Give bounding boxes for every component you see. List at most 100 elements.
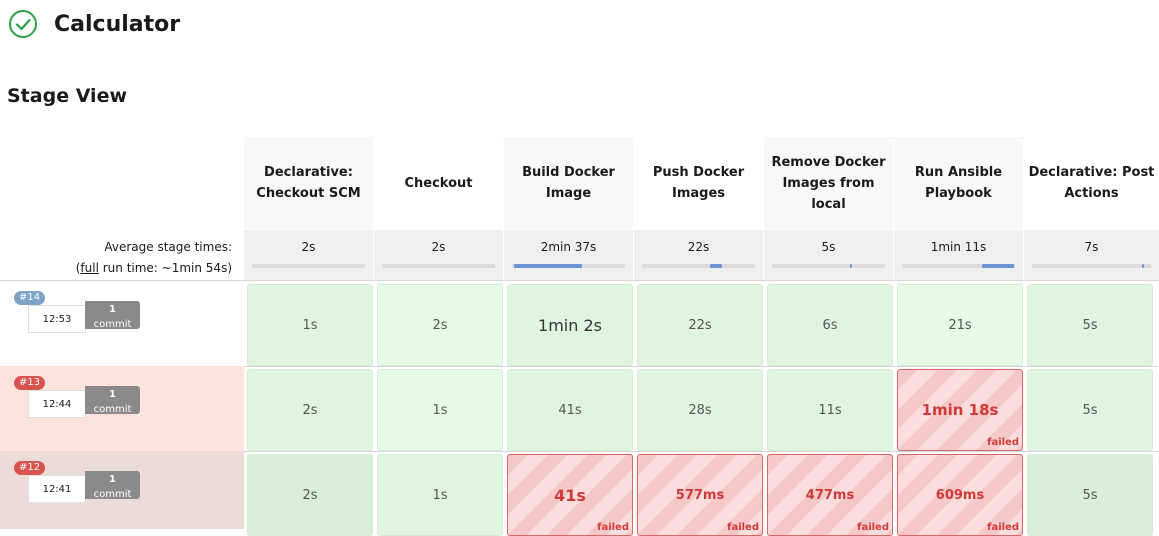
stage-duration: 2s [302, 487, 318, 503]
stage-header: Remove Docker Images from local [764, 137, 893, 229]
stage-cell[interactable]: 28s [637, 369, 763, 451]
stage-duration: 1min 2s [538, 315, 602, 335]
average-time-cell: 2min 37s [504, 230, 633, 280]
stage-duration: 1min 18s [921, 401, 999, 419]
full-run-time: (full run time: ~1min 54s) [75, 261, 232, 275]
stage-cell[interactable]: 5s [1027, 369, 1153, 451]
commit-count: 1 [109, 474, 116, 485]
stage-duration: 577ms [675, 487, 725, 503]
stage-cell[interactable]: 41s [507, 369, 633, 451]
stage-cell[interactable]: 2s [377, 284, 503, 366]
page-title: Calculator [54, 11, 181, 37]
stage-duration: 41s [554, 485, 586, 505]
stage-cell[interactable]: 6s [767, 284, 893, 366]
build-time: 12:53 [28, 305, 86, 333]
stage-cell[interactable]: 11s [767, 369, 893, 451]
stage-duration: 2s [302, 402, 318, 418]
stage-cell[interactable]: 22s [637, 284, 763, 366]
average-time-bar [1032, 264, 1151, 268]
average-time-bar-fill [1142, 264, 1144, 268]
average-time-cell: 2s [244, 230, 373, 280]
stage-cell[interactable]: 1s [247, 284, 373, 366]
commit-count: 1 [109, 304, 116, 315]
failed-label: failed [597, 522, 629, 533]
stage-duration: 477ms [805, 487, 855, 503]
failed-label: failed [987, 522, 1019, 533]
average-time-cell: 1min 11s [894, 230, 1023, 280]
stage-cell-failed[interactable]: 1min 18s failed [897, 369, 1023, 451]
average-stage-times-label: Average stage times: (full run time: ~1m… [0, 237, 232, 279]
build-time: 12:44 [28, 390, 86, 418]
stage-header: Build Docker Image [504, 137, 633, 229]
stage-header: Push Docker Images [634, 137, 763, 229]
stage-duration: 11s [818, 402, 842, 418]
full-link[interactable]: full [80, 261, 99, 275]
section-title: Stage View [7, 85, 128, 107]
build-number-badge[interactable]: #12 [14, 461, 46, 475]
average-time-value: 2s [301, 240, 316, 254]
average-time-value: 7s [1084, 240, 1099, 254]
stage-header: Checkout [374, 137, 503, 229]
stage-cell[interactable]: 2s [247, 454, 373, 536]
stage-duration: 5s [1082, 317, 1098, 333]
stage-header: Declarative: Checkout SCM [244, 137, 373, 229]
stage-duration: 21s [948, 317, 972, 333]
stage-view-table: Average stage times: (full run time: ~1m… [0, 137, 1159, 536]
average-time-value: 2min 37s [540, 240, 597, 254]
stage-duration: 41s [558, 402, 582, 418]
stage-duration: 1s [302, 317, 318, 333]
average-time-bar-fill [982, 264, 1014, 268]
stage-cell-failed[interactable]: 477ms failed [767, 454, 893, 536]
average-label-text: Average stage times: [104, 240, 232, 254]
average-time-bar [772, 264, 885, 268]
stage-duration: 6s [822, 317, 838, 333]
stage-cell[interactable]: 2s [247, 369, 373, 451]
average-time-value: 22s [687, 240, 710, 254]
stage-cell-failed[interactable]: 609ms failed [897, 454, 1023, 536]
build-number-badge[interactable]: #13 [14, 376, 46, 390]
stage-cell[interactable]: 1s [377, 369, 503, 451]
average-time-value: 5s [821, 240, 836, 254]
stage-cell[interactable]: 1min 2s [507, 284, 633, 366]
average-time-cell: 22s [634, 230, 763, 280]
average-time-value: 1min 11s [930, 240, 987, 254]
stage-header: Run Ansible Playbook [894, 137, 1023, 229]
stage-cell[interactable]: 5s [1027, 284, 1153, 366]
stage-duration: 5s [1082, 402, 1098, 418]
average-time-bar-fill [710, 264, 722, 268]
average-time-bar [252, 264, 365, 268]
average-time-cell: 2s [374, 230, 503, 280]
build-number-badge[interactable]: #14 [14, 291, 46, 305]
commit-word: commit [93, 319, 132, 329]
stage-duration: 5s [1082, 487, 1098, 503]
changes-button[interactable]: 1 commit [85, 386, 140, 414]
average-time-bar [512, 264, 625, 268]
failed-label: failed [857, 522, 889, 533]
stage-duration: 1s [432, 402, 448, 418]
stage-cell[interactable]: 1s [377, 454, 503, 536]
average-time-bar [382, 264, 495, 268]
stage-duration: 609ms [935, 487, 985, 503]
failed-label: failed [987, 437, 1019, 448]
average-time-value: 2s [431, 240, 446, 254]
stage-duration: 28s [688, 402, 712, 418]
average-time-bar-fill [850, 264, 852, 268]
job-title-row: Calculator [8, 9, 180, 39]
average-time-bar-fill [514, 264, 582, 268]
average-time-bar [902, 264, 1015, 268]
stage-cell[interactable]: 21s [897, 284, 1023, 366]
stage-duration: 2s [432, 317, 448, 333]
changes-button[interactable]: 1 commit [85, 471, 140, 499]
changes-button[interactable]: 1 commit [85, 301, 140, 329]
check-circle-icon [9, 10, 37, 38]
average-time-cell: 5s [764, 230, 893, 280]
stage-cell-failed[interactable]: 41s failed [507, 454, 633, 536]
average-time-bar [642, 264, 755, 268]
stage-cell[interactable]: 5s [1027, 454, 1153, 536]
stage-cell-failed[interactable]: 577ms failed [637, 454, 763, 536]
average-time-cell: 7s [1024, 230, 1159, 280]
build-time: 12:41 [28, 475, 86, 503]
failed-label: failed [727, 522, 759, 533]
commit-word: commit [93, 489, 132, 499]
stage-duration: 1s [432, 487, 448, 503]
